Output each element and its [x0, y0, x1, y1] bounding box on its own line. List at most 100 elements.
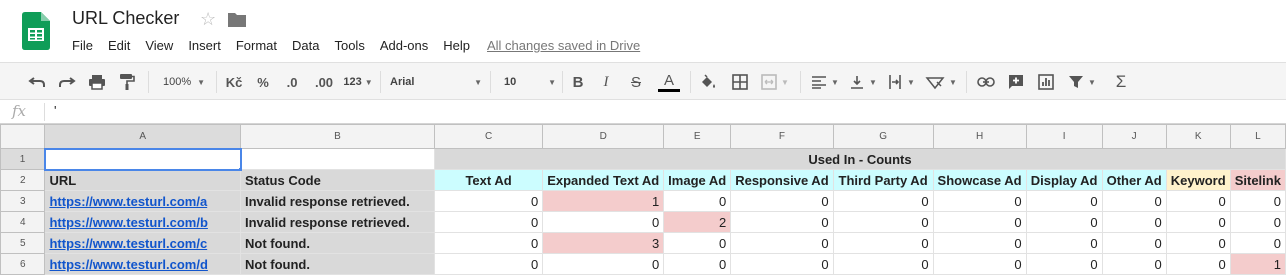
undo-icon[interactable] — [24, 69, 50, 95]
count-cell[interactable]: 0 — [730, 232, 834, 254]
print-icon[interactable] — [84, 69, 110, 95]
font-select[interactable]: Arial ▼ — [390, 69, 482, 95]
count-cell[interactable]: 0 — [730, 190, 834, 212]
count-cell[interactable]: 0 — [932, 211, 1027, 233]
header-status-code[interactable]: Status Code — [240, 169, 435, 191]
currency-format-button[interactable]: Kč — [222, 69, 246, 95]
column-header-c[interactable]: C — [433, 124, 544, 149]
count-cell[interactable]: 0 — [1165, 211, 1231, 233]
count-cell[interactable]: 0 — [1025, 190, 1103, 212]
save-status[interactable]: All changes saved in Drive — [487, 38, 640, 53]
menu-view[interactable]: View — [145, 38, 173, 53]
zoom-select[interactable]: 100% ▼ — [158, 69, 210, 95]
align-left-icon[interactable]: ▼ — [808, 69, 842, 95]
count-cell[interactable]: 0 — [433, 190, 544, 212]
select-all-corner[interactable] — [0, 124, 46, 149]
row-header[interactable]: 5 — [0, 232, 46, 254]
status-cell[interactable]: Invalid response retrieved. — [240, 190, 435, 212]
count-cell[interactable]: 0 — [542, 253, 665, 275]
count-cell[interactable]: 0 — [433, 232, 544, 254]
column-header-h[interactable]: H — [932, 124, 1027, 149]
count-cell[interactable]: 0 — [1025, 253, 1103, 275]
status-cell[interactable]: Invalid response retrieved. — [240, 211, 435, 233]
count-cell[interactable]: 0 — [1165, 190, 1231, 212]
fill-color-icon[interactable] — [696, 69, 720, 95]
text-rotate-icon[interactable]: ▼ — [922, 69, 960, 95]
text-wrap-icon[interactable]: ▼ — [884, 69, 918, 95]
count-cell[interactable]: 0 — [1101, 190, 1167, 212]
column-header-g[interactable]: G — [832, 124, 934, 149]
column-header-k[interactable]: K — [1165, 124, 1231, 149]
count-cell[interactable]: 0 — [1229, 211, 1286, 233]
redo-icon[interactable] — [54, 69, 80, 95]
url-cell[interactable]: https://www.testurl.com/a — [44, 190, 241, 212]
row-header[interactable]: 3 — [0, 190, 46, 212]
count-cell[interactable]: 3 — [542, 232, 665, 254]
count-cell[interactable]: 0 — [932, 232, 1027, 254]
url-cell[interactable]: https://www.testurl.com/d — [44, 253, 241, 275]
count-cell[interactable]: 0 — [663, 232, 732, 254]
row-header[interactable]: 1 — [0, 148, 46, 170]
count-cell[interactable]: 1 — [542, 190, 665, 212]
font-size-select[interactable]: 10 ▼ — [498, 69, 556, 95]
decrease-decimals-button[interactable]: .0 — [280, 69, 304, 95]
count-cell[interactable]: 0 — [1101, 253, 1167, 275]
count-cell[interactable]: 0 — [1101, 211, 1167, 233]
cell[interactable] — [240, 148, 435, 170]
sheets-logo-icon[interactable] — [22, 12, 50, 50]
folder-icon[interactable] — [228, 12, 246, 27]
star-icon[interactable]: ☆ — [200, 9, 216, 30]
menu-edit[interactable]: Edit — [108, 38, 130, 53]
url-cell[interactable]: https://www.testurl.com/b — [44, 211, 241, 233]
header-responsive-ad[interactable]: Responsive Ad — [730, 169, 834, 191]
count-cell[interactable]: 0 — [932, 190, 1027, 212]
count-cell[interactable]: 0 — [932, 253, 1027, 275]
column-header-l[interactable]: L — [1229, 124, 1286, 149]
count-cell[interactable]: 0 — [663, 253, 732, 275]
count-cell[interactable]: 0 — [1025, 211, 1103, 233]
count-cell[interactable]: 0 — [1101, 232, 1167, 254]
bold-button[interactable]: B — [568, 69, 588, 95]
used-in-counts-header[interactable]: Used In - Counts — [433, 148, 1286, 170]
header-display-ad[interactable]: Display Ad — [1025, 169, 1103, 191]
column-header-i[interactable]: I — [1025, 124, 1103, 149]
borders-icon[interactable] — [728, 69, 752, 95]
column-header-e[interactable]: E — [663, 124, 732, 149]
header-showcase-ad[interactable]: Showcase Ad — [932, 169, 1027, 191]
count-cell[interactable]: 0 — [1229, 190, 1286, 212]
count-cell[interactable]: 0 — [730, 211, 834, 233]
count-cell[interactable]: 0 — [832, 190, 934, 212]
header-expanded-text-ad[interactable]: Expanded Text Ad — [542, 169, 665, 191]
comment-icon[interactable] — [1004, 69, 1028, 95]
functions-icon[interactable]: Σ — [1108, 69, 1134, 95]
menu-help[interactable]: Help — [443, 38, 470, 53]
text-color-button[interactable]: A — [656, 69, 682, 95]
row-header[interactable]: 4 — [0, 211, 46, 233]
count-cell[interactable]: 0 — [730, 253, 834, 275]
column-header-d[interactable]: D — [542, 124, 665, 149]
merge-cells-icon[interactable]: ▼ — [758, 69, 792, 95]
count-cell[interactable]: 0 — [1165, 232, 1231, 254]
column-header-a[interactable]: A — [44, 124, 241, 149]
column-header-b[interactable]: B — [240, 124, 435, 149]
selected-cell-a1[interactable] — [43, 147, 242, 171]
count-cell[interactable]: 0 — [663, 190, 732, 212]
header-image-ad[interactable]: Image Ad — [663, 169, 732, 191]
paint-format-icon[interactable] — [114, 69, 140, 95]
menu-data[interactable]: Data — [292, 38, 319, 53]
header-url[interactable]: URL — [44, 169, 241, 191]
column-header-f[interactable]: F — [730, 124, 834, 149]
row-header[interactable]: 2 — [0, 169, 46, 191]
count-cell[interactable]: 0 — [433, 253, 544, 275]
menu-tools[interactable]: Tools — [334, 38, 364, 53]
italic-button[interactable]: I — [596, 69, 616, 95]
menu-insert[interactable]: Insert — [188, 38, 221, 53]
link-icon[interactable] — [974, 69, 998, 95]
status-cell[interactable]: Not found. — [240, 253, 435, 275]
menu-addons[interactable]: Add-ons — [380, 38, 428, 53]
count-cell[interactable]: 2 — [663, 211, 732, 233]
header-text-ad[interactable]: Text Ad — [433, 169, 544, 191]
fill-handle[interactable] — [237, 166, 239, 168]
count-cell[interactable]: 0 — [1165, 253, 1231, 275]
header-other-ad[interactable]: Other Ad — [1101, 169, 1167, 191]
